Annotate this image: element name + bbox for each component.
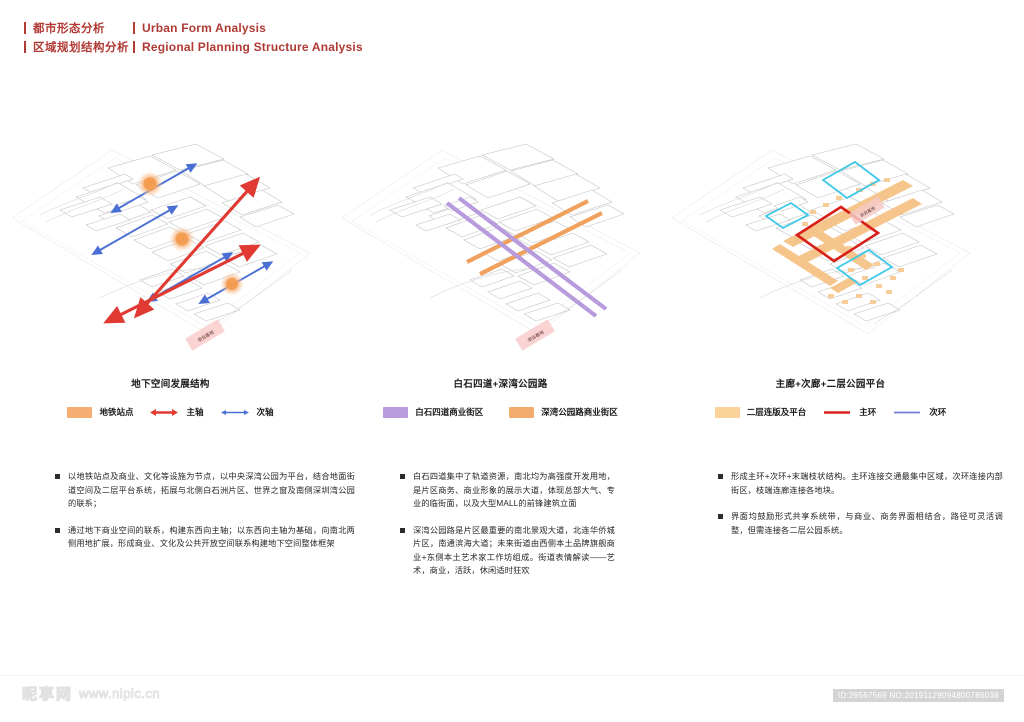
legend-label-main-axis: 主轴 [186,407,204,417]
legend-item-metro-station: 地铁站点 [67,406,133,418]
double-arrow-icon-red [150,408,179,416]
legend-panel-1: 地铁站点 主轴 次轴 [0,406,341,418]
double-arrow-icon-blue [220,409,249,415]
board-header: 都市形态分析 Urban Form Analysis 区域规划结构分析 Regi… [24,18,363,56]
notes-column-1: 以地铁站点及商业、文化等设施为节点，以中央深湾公园为平台，结合地面街道空间及二层… [55,470,355,564]
legend-item-main-ring: 主环 [822,406,876,418]
panel-corridor-platform: 项目基地 主廊+次廊+二层公园平台 二层连版及平台 主环 次环 [660,118,1001,448]
legend-label-shenwan-street: 深湾公园路商业街区 [541,407,618,417]
notes-section: 以地铁站点及商业、文化等设施为节点，以中央深湾公园为平台，结合地面街道空间及二层… [0,470,1024,650]
line-icon-blue [894,411,921,413]
note-text: 以地铁站点及商业、文化等设施为节点，以中央深湾公园为平台，结合地面街道空间及二层… [68,472,355,509]
axonometric-diagram-2: 项目基地 [330,118,671,373]
legend-item-secondary-ring: 次环 [892,406,946,418]
bullet-square-icon [55,474,60,479]
legend-panel-3: 二层连版及平台 主环 次环 [660,406,1001,418]
note-text: 通过地下商业空间的联系，构建东西向主轴；以东西向主轴为基础，向南北两侧用地扩展，… [68,525,355,549]
legend-panel-2: 白石四道商业街区 深湾公园路商业街区 [330,406,671,418]
legend-item-main-axis: 主轴 [149,406,204,418]
notes-column-2: 白石四道集中了轨道资源，南北均为高强度开发用地，是片区商务、商业形象的展示大道，… [400,470,615,591]
legend-label-main-ring: 主环 [859,407,877,417]
legend-label-secondary-ring: 次环 [929,407,947,417]
bullet-square-icon [718,474,723,479]
panel-title-1: 地下空间发展结构 [131,379,210,390]
header-title-en-1: Urban Form Analysis [142,20,267,35]
header-row-2: 区域规划结构分析 Regional Planning Structure Ana… [24,37,363,56]
note-text: 形成主环+次环+末端枝状结构。主环连接交通最集中区域，次环连接内部街区，枝端连廊… [731,472,1003,495]
bullet-square-icon [400,527,405,533]
panel-underground-structure: 项目基地 地下空间发展结构 地铁站点 主轴 次轴 [0,118,341,448]
note-item: 深湾公园路是片区最重要的南北景观大道，北连华侨城片区，南通滨海大道；未来街道由西… [400,524,615,578]
note-text: 深湾公园路是片区最重要的南北景观大道，北连华侨城片区，南通滨海大道；未来街道由西… [413,525,615,576]
legend-label-platform: 二层连版及平台 [746,407,807,417]
header-title-en-2: Regional Planning Structure Analysis [142,39,363,54]
notes-column-3: 形成主环+次环+末端枝状结构。主环连接交通最集中区域，次环连接内部街区，枝端连廊… [718,470,1003,550]
diagram-panels: 项目基地 地下空间发展结构 地铁站点 主轴 次轴 项目基地 白石四道+深湾公园路… [0,118,1024,448]
legend-item-platform: 二层连版及平台 [714,406,807,418]
header-row-1: 都市形态分析 Urban Form Analysis [24,18,363,37]
axonometric-diagram-1: 项目基地 [0,118,341,373]
note-text: 界面均鼓励形式共享系统带，与商业、商务界面相结合，路径可灵活调整，但需连接各二层… [731,512,1003,535]
legend-label-baishi-street: 白石四道商业街区 [415,407,484,417]
watermark-url: www.nipic.cn [79,686,161,702]
legend-label-secondary-axis: 次轴 [256,407,274,417]
legend-swatch-shenwan-street [509,406,535,418]
panel-title-3: 主廊+次廊+二层公园平台 [775,379,886,390]
note-item: 形成主环+次环+末端枝状结构。主环连接交通最集中区域，次环连接内部街区，枝端连廊… [718,470,1003,497]
axonometric-diagram-3: 项目基地 [660,118,1001,373]
note-item: 以地铁站点及商业、文化等设施为节点，以中央深湾公园为平台，结合地面街道空间及二层… [55,470,355,511]
bullet-square-icon [718,514,723,520]
bullet-square-icon [400,474,405,479]
panel-title-2: 白石四道+深湾公园路 [453,379,548,390]
panel-commercial-streets: 项目基地 白石四道+深湾公园路 白石四道商业街区 深湾公园路商业街区 [330,118,671,448]
watermark-logo: 昵享网 [21,686,74,704]
header-title-cn-1: 都市形态分析 [33,22,105,35]
legend-item-shenwan-street: 深湾公园路商业街区 [509,406,618,418]
legend-swatch-baishi-street [383,406,409,418]
image-id-badge: ID:26567569 NO:20191129094800786038 [832,689,1004,702]
watermark-left: 昵享网 www.nipic.cn [21,683,161,704]
legend-item-baishi-street: 白石四道商业街区 [383,406,483,418]
legend-label-metro-station: 地铁站点 [99,407,134,417]
note-item: 白石四道集中了轨道资源，南北均为高强度开发用地，是片区商务、商业形象的展示大道，… [400,470,615,511]
legend-item-secondary-axis: 次轴 [220,406,274,418]
header-title-cn-2: 区域规划结构分析 [33,41,129,54]
header-accent-bar-icon [24,21,26,34]
note-item: 通过地下商业空间的联系，构建东西向主轴；以东西向主轴为基础，向南北两侧用地扩展，… [55,524,355,551]
bullet-square-icon [55,527,60,533]
note-item: 界面均鼓励形式共享系统带，与商业、商务界面相结合，路径可灵活调整，但需连接各二层… [718,510,1003,537]
line-icon-red [824,410,851,414]
header-accent-bar-icon [133,21,135,34]
note-text: 白石四道集中了轨道资源，南北均为高强度开发用地，是片区商务、商业形象的展示大道，… [413,472,615,509]
legend-swatch-metro-station [67,406,93,418]
presentation-board: 都市形态分析 Urban Form Analysis 区域规划结构分析 Regi… [0,0,1024,722]
footer-divider [0,675,1024,676]
legend-swatch-platform [714,406,740,418]
header-accent-bar-icon [133,40,135,53]
header-accent-bar-icon [24,40,26,53]
